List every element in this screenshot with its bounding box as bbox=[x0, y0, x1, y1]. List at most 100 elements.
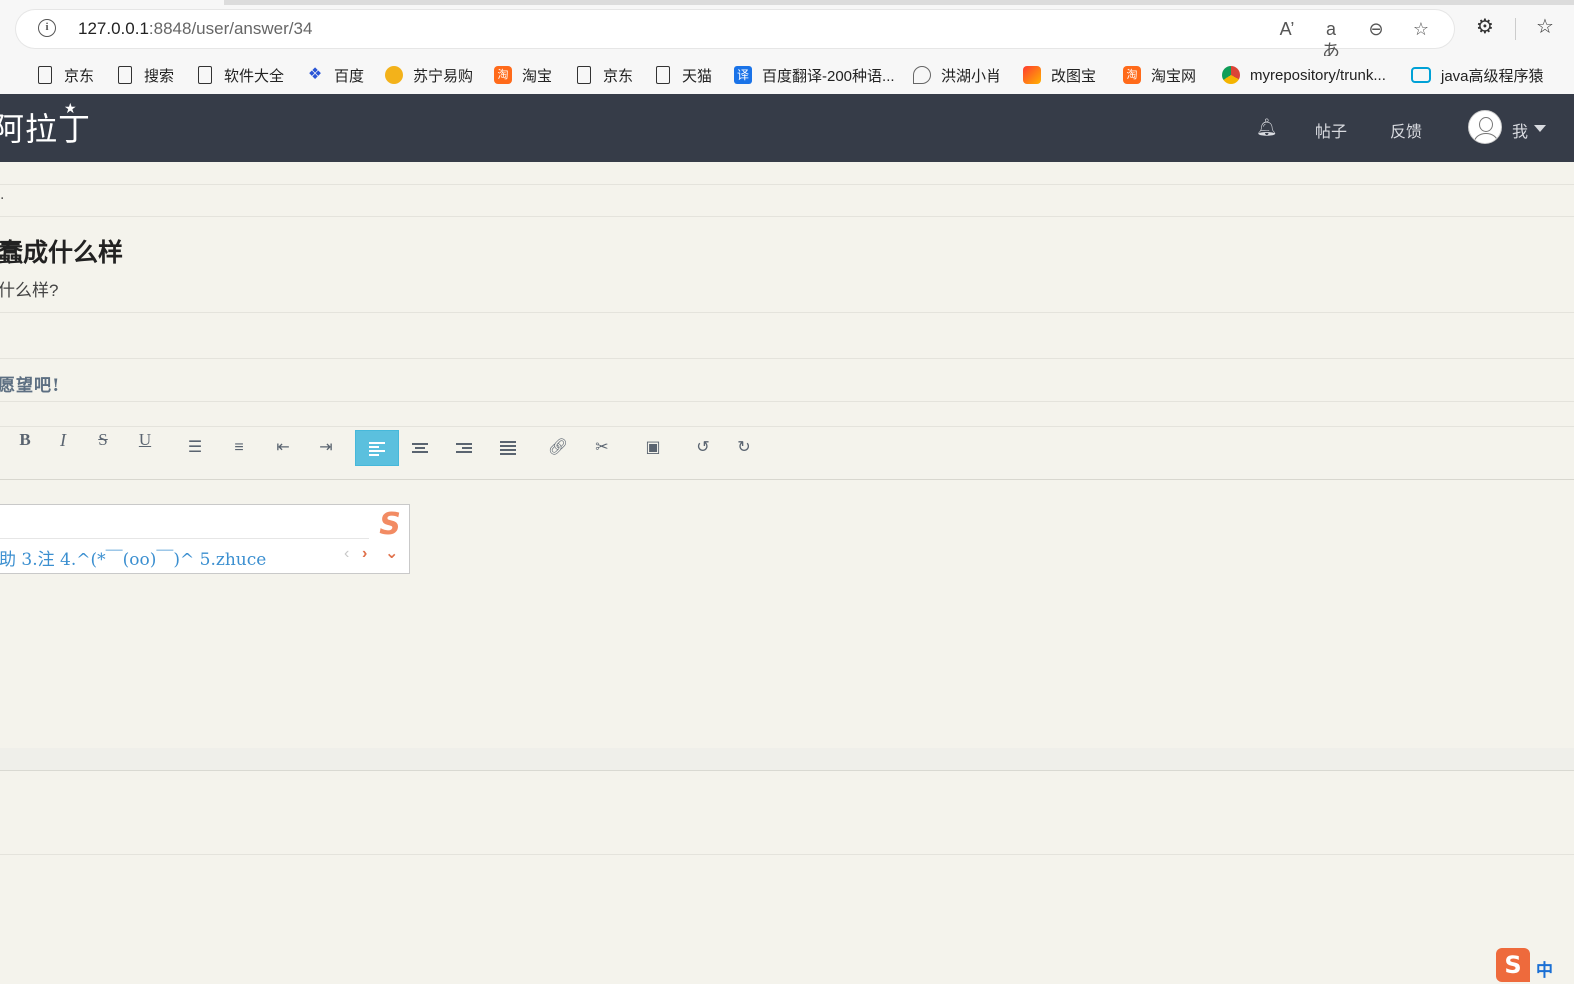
bookmark-item[interactable]: 淘淘宝 bbox=[494, 56, 552, 94]
bookmark-item[interactable]: 洪湖小肖 bbox=[913, 56, 1001, 94]
translate-icon[interactable]: aあ bbox=[1320, 18, 1342, 61]
bookmark-label: 百度 bbox=[334, 67, 365, 85]
bookmark-label: 搜索 bbox=[144, 67, 175, 85]
bookmark-item[interactable]: ❖ 百度 bbox=[306, 56, 364, 94]
outdent-icon[interactable]: ⇤ bbox=[266, 430, 300, 466]
ime-candidates[interactable]: 助 3.注 4.^(*￣(oo)￣)^ 5.zhuce bbox=[0, 545, 266, 570]
url-text[interactable]: 127.0.0.1:8848/user/answer/34 bbox=[78, 19, 312, 39]
align-right-icon[interactable] bbox=[447, 430, 481, 466]
url-path: :8848/user/answer/34 bbox=[148, 19, 313, 38]
sogou-tray-icon[interactable]: S bbox=[1496, 948, 1530, 982]
nav-posts[interactable]: 帖子 bbox=[1315, 118, 1347, 142]
divider bbox=[0, 479, 1574, 480]
redo-icon[interactable]: ↻ bbox=[727, 430, 761, 466]
bookmark-item[interactable]: 京东 bbox=[575, 56, 633, 94]
bookmark-item[interactable]: 苏宁易购 bbox=[385, 56, 473, 94]
unlink-icon[interactable]: ✂ bbox=[585, 430, 619, 466]
tb-icon: 淘 bbox=[1123, 66, 1141, 84]
align-left-icon[interactable] bbox=[355, 430, 399, 466]
underline-button[interactable]: U bbox=[128, 430, 162, 466]
bookmark-label: 京东 bbox=[64, 67, 95, 85]
bookmark-item[interactable]: myrepository/trunk... bbox=[1222, 56, 1386, 94]
bullet-list-icon[interactable]: ☰ bbox=[178, 430, 212, 466]
tb-icon: 淘 bbox=[494, 66, 512, 84]
divider bbox=[0, 401, 1574, 402]
bookmark-label: 苏宁易购 bbox=[413, 67, 474, 85]
browser-toolbar: i 127.0.0.1:8848/user/answer/34 A’ aあ ⊖ … bbox=[0, 0, 1574, 61]
ime-input[interactable] bbox=[0, 505, 369, 539]
undo-icon[interactable]: ↺ bbox=[686, 430, 720, 466]
read-aloud-icon[interactable]: A’ bbox=[1276, 18, 1298, 40]
answer-prompt: 愿望吧! bbox=[0, 376, 61, 396]
tv-icon bbox=[1411, 67, 1431, 83]
ime-prev-icon[interactable]: ‹ bbox=[344, 545, 349, 563]
extensions-icon[interactable]: ⚙ bbox=[1472, 14, 1498, 40]
bookmark-item[interactable]: 改图宝 bbox=[1023, 56, 1096, 94]
chrome-icon bbox=[1222, 66, 1240, 84]
nav-me[interactable]: 我 bbox=[1512, 118, 1528, 142]
ime-language-indicator[interactable]: 中 bbox=[1536, 956, 1553, 981]
page-icon bbox=[118, 66, 132, 84]
bookmark-item[interactable]: 搜索 bbox=[116, 56, 174, 94]
bookmark-item[interactable]: 京东 bbox=[36, 56, 94, 94]
divider bbox=[0, 184, 1574, 185]
lion-icon bbox=[385, 66, 403, 84]
divider bbox=[0, 312, 1574, 313]
bookmark-item[interactable]: 译百度翻译-200种语... bbox=[734, 56, 895, 94]
chevron-down-icon[interactable] bbox=[1534, 125, 1546, 132]
bookmark-label: java高级程序猿 bbox=[1441, 67, 1544, 85]
indent-icon[interactable]: ⇥ bbox=[309, 430, 343, 466]
bookmark-label: 改图宝 bbox=[1051, 67, 1097, 85]
bell-icon[interactable]: 🔔︎ bbox=[1256, 118, 1278, 138]
bold-button[interactable]: B bbox=[8, 430, 42, 466]
bookmark-label: 天猫 bbox=[682, 67, 713, 85]
nav-feedback[interactable]: 反馈 bbox=[1390, 118, 1422, 142]
bookmark-item[interactable]: 天猫 bbox=[654, 56, 712, 94]
favorites-icon[interactable]: ☆ bbox=[1532, 14, 1558, 40]
bookmark-item[interactable]: 软件大全 bbox=[196, 56, 284, 94]
site-logo[interactable]: 阿拉丁 bbox=[0, 104, 91, 150]
numbered-list-icon[interactable]: ≡ bbox=[222, 430, 256, 466]
question-title: 蠢成什么样 bbox=[0, 239, 124, 267]
align-center-icon[interactable] bbox=[403, 430, 437, 466]
footer-band bbox=[0, 748, 1574, 771]
justify-icon[interactable] bbox=[491, 430, 525, 466]
yi-icon: 译 bbox=[734, 66, 752, 84]
divider bbox=[0, 216, 1574, 217]
link-icon[interactable]: 🔗︎ bbox=[541, 430, 575, 466]
tab-strip bbox=[224, 0, 1574, 5]
site-info-icon[interactable]: i bbox=[38, 19, 56, 37]
site-navbar: 阿拉丁 ★ 🔔︎ 帖子 反馈 我 bbox=[0, 94, 1574, 162]
add-favorite-icon[interactable]: ☆ bbox=[1410, 18, 1432, 40]
bookmark-label: myrepository/trunk... bbox=[1250, 66, 1386, 84]
bookmarks-bar: 京东 搜索 软件大全 ❖ 百度 苏宁易购 淘淘宝 京东 天猫 译百度翻译-200种语... 洪湖小肖… bbox=[0, 56, 1574, 95]
page-icon bbox=[656, 66, 670, 84]
bird-icon bbox=[913, 66, 931, 84]
paw-icon: ❖ bbox=[307, 66, 323, 83]
ime-candidate-window: S 助 3.注 4.^(*￣(oo)￣)^ 5.zhuce ‹ › ⌄ bbox=[0, 504, 410, 574]
gai-icon bbox=[1023, 66, 1041, 84]
divider bbox=[0, 854, 1574, 855]
logo-star-icon: ★ bbox=[64, 100, 77, 116]
divider bbox=[0, 358, 1574, 359]
bookmark-item[interactable]: java高级程序猿 bbox=[1411, 56, 1544, 94]
ime-next-icon[interactable]: › bbox=[362, 545, 367, 563]
breadcrumb: . bbox=[0, 186, 5, 203]
divider bbox=[0, 426, 1574, 427]
image-icon[interactable]: ▣ bbox=[636, 430, 670, 466]
ime-tray[interactable]: S 中 bbox=[1496, 948, 1574, 984]
zoom-out-icon[interactable]: ⊖ bbox=[1365, 18, 1387, 40]
bookmark-label: 软件大全 bbox=[224, 67, 285, 85]
avatar[interactable] bbox=[1468, 110, 1502, 144]
bookmark-label: 洪湖小肖 bbox=[941, 67, 1002, 85]
bookmark-label: 京东 bbox=[603, 67, 634, 85]
strikethrough-button[interactable]: S bbox=[86, 430, 120, 466]
sogou-logo-icon: S bbox=[379, 507, 401, 542]
address-bar[interactable]: i 127.0.0.1:8848/user/answer/34 A’ aあ ⊖ … bbox=[16, 10, 1454, 61]
ime-expand-icon[interactable]: ⌄ bbox=[385, 543, 398, 563]
bookmark-label: 百度翻译-200种语... bbox=[762, 67, 895, 85]
page-icon bbox=[198, 66, 212, 84]
bookmark-item[interactable]: 淘淘宝网 bbox=[1123, 56, 1196, 94]
italic-button[interactable]: I bbox=[46, 430, 80, 466]
page-icon bbox=[577, 66, 591, 84]
